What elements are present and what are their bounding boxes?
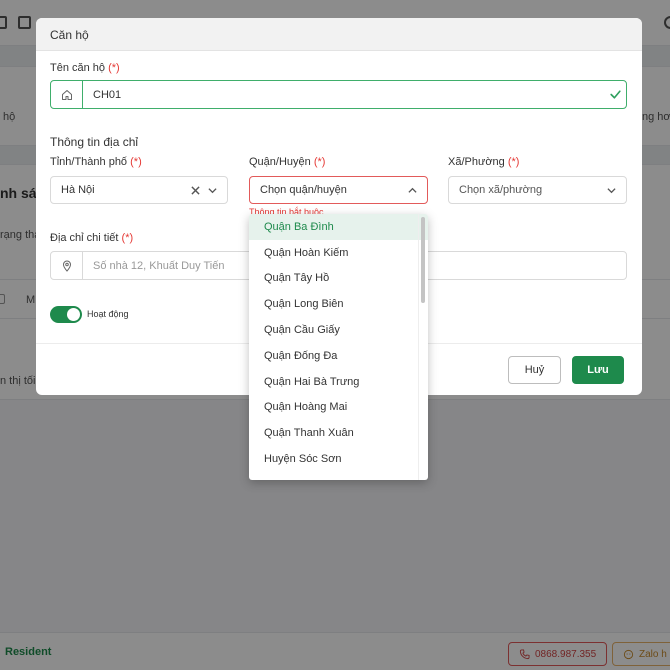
required-mark: (*) — [130, 156, 142, 168]
chevron-down-icon — [208, 187, 217, 193]
dropdown-scrollbar-thumb[interactable] — [421, 217, 425, 303]
label-text: Tên căn hộ — [50, 62, 106, 74]
check-icon — [604, 81, 626, 108]
address-detail-label: Địa chỉ chi tiết (*) — [50, 232, 133, 244]
save-button[interactable]: Lưu — [572, 356, 624, 384]
district-option[interactable]: Quận Thanh Xuân — [249, 420, 428, 446]
location-pin-icon — [51, 252, 83, 279]
address-section-title: Thông tin địa chỉ — [50, 135, 139, 149]
active-toggle-label: Hoạt động — [87, 309, 129, 319]
label-text: Xã/Phường — [448, 156, 505, 168]
label-text: Quận/Huyện — [249, 156, 311, 168]
home-icon — [51, 81, 83, 108]
district-option[interactable]: Quận Hoàng Mai — [249, 395, 428, 421]
district-option[interactable]: Quận Đống Đa — [249, 343, 428, 369]
required-mark: (*) — [507, 156, 520, 168]
district-option[interactable]: Quận Cầu Giấy — [249, 317, 428, 343]
modal-title: Căn hộ — [50, 28, 89, 42]
ward-label: Xã/Phường (*) — [448, 156, 519, 168]
label-text: Tỉnh/Thành phố — [50, 156, 128, 168]
apartment-name-label: Tên căn hộ (*) — [50, 62, 120, 74]
district-option[interactable]: Quận Hai Bà Trưng — [249, 369, 428, 395]
clear-icon[interactable] — [191, 185, 200, 195]
required-mark: (*) — [121, 232, 134, 244]
province-label: Tỉnh/Thành phố (*) — [50, 156, 142, 168]
apartment-name-input[interactable]: CH01 — [83, 81, 604, 108]
district-option[interactable]: Quận Hoàn Kiếm — [249, 240, 428, 266]
district-option[interactable]: Huyện Sóc Sơn — [249, 446, 428, 472]
district-placeholder: Chọn quận/huyện — [260, 184, 347, 196]
required-mark: (*) — [313, 156, 326, 168]
cancel-button[interactable]: Huỷ — [508, 356, 561, 384]
district-option[interactable]: Quận Tây Hồ — [249, 266, 428, 292]
active-toggle[interactable] — [50, 306, 82, 323]
apartment-name-field[interactable]: CH01 — [50, 80, 627, 109]
district-select[interactable]: Chọn quận/huyện — [249, 176, 428, 204]
district-option[interactable]: Quận Long Biên — [249, 291, 428, 317]
ward-select[interactable]: Chọn xã/phường — [448, 176, 627, 204]
district-option[interactable]: Quận Ba Đình — [249, 214, 428, 240]
chevron-up-icon — [408, 187, 417, 193]
ward-placeholder: Chọn xã/phường — [459, 184, 543, 196]
province-value: Hà Nội — [61, 184, 95, 196]
province-select[interactable]: Hà Nội — [50, 176, 228, 204]
district-option-list: Quận Ba Đình Quận Hoàn Kiếm Quận Tây Hồ Quậ… — [249, 214, 428, 472]
district-dropdown: Quận Ba Đình Quận Hoàn Kiếm Quận Tây Hồ Quậ… — [249, 214, 428, 480]
label-text: Địa chỉ chi tiết — [50, 232, 119, 244]
required-mark: (*) — [108, 62, 120, 74]
chevron-down-icon — [607, 187, 616, 193]
district-label: Quận/Huyện (*) — [249, 156, 325, 168]
modal-header: Căn hộ — [36, 18, 642, 51]
